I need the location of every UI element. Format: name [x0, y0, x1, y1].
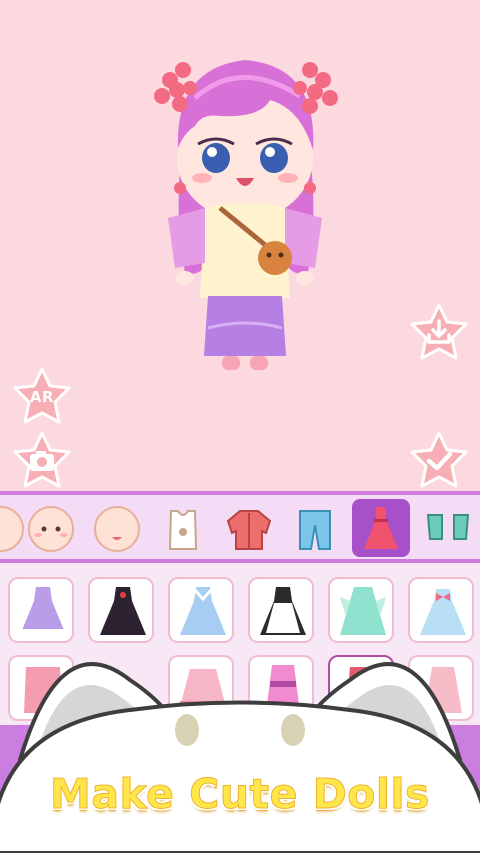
- confirm-button[interactable]: [408, 430, 470, 492]
- camera-button[interactable]: [11, 430, 73, 492]
- camera-icon: [30, 451, 54, 471]
- download-button[interactable]: [408, 302, 470, 364]
- game-screen: AR Make Cute Dolls: [0, 0, 480, 853]
- ar-button[interactable]: AR: [11, 366, 73, 428]
- banner-title: Make Cute Dolls: [50, 770, 430, 819]
- white-cat-mascot: [0, 662, 480, 853]
- category-jacket[interactable]: [220, 501, 278, 557]
- category-face-expression[interactable]: [22, 501, 80, 557]
- category-pants[interactable]: [286, 501, 344, 557]
- category-bar: [0, 491, 480, 563]
- ar-label: AR: [29, 388, 55, 406]
- category-face-base[interactable]: [88, 501, 146, 557]
- category-dress[interactable]: [352, 499, 410, 557]
- category-top-tank[interactable]: [154, 501, 212, 557]
- category-socks[interactable]: [420, 501, 478, 557]
- doll-character[interactable]: [150, 38, 340, 378]
